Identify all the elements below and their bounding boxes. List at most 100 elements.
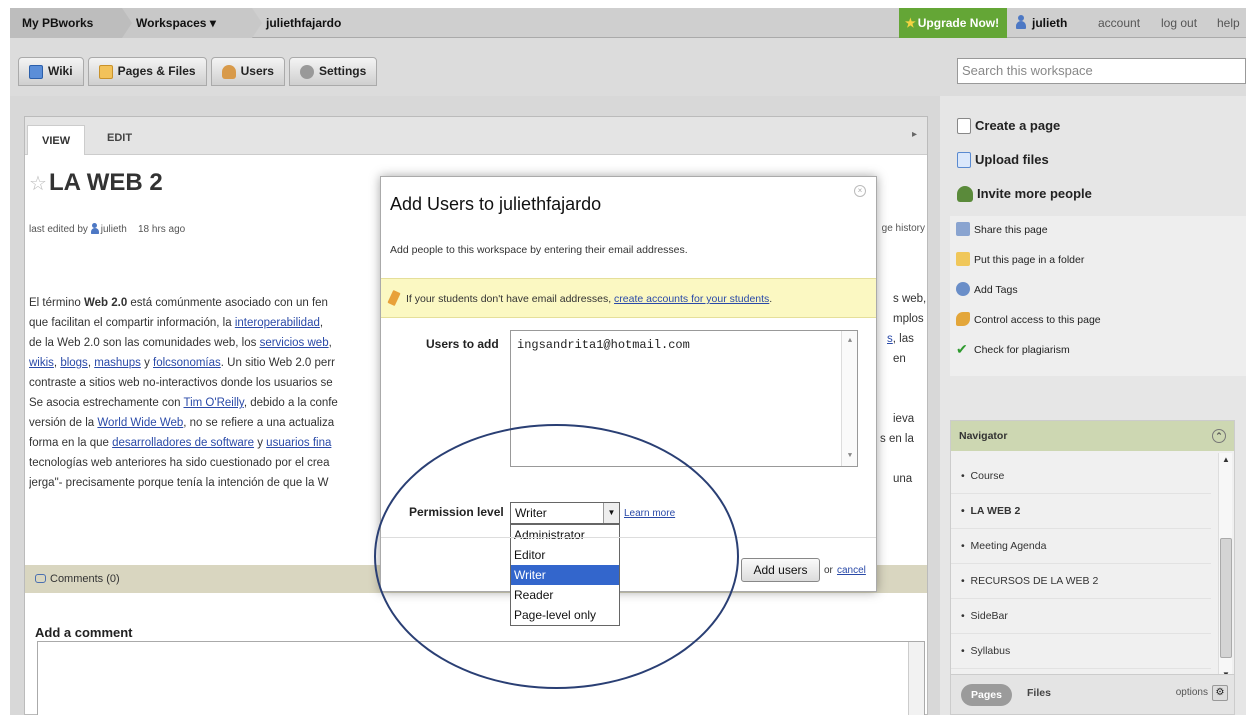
tab-edit[interactable]: EDIT	[93, 123, 146, 153]
upload-files-link[interactable]: Upload files	[957, 150, 1092, 184]
scroll-up-icon[interactable]: ▲	[842, 337, 858, 345]
workspaces-menu[interactable]: Workspaces ▾	[122, 8, 262, 38]
link-usuarios-finales[interactable]: usuarios fina	[266, 437, 331, 449]
tab-view[interactable]: VIEW	[27, 125, 86, 155]
add-users-button[interactable]: Add users	[741, 558, 820, 582]
tab-wiki[interactable]: Wiki	[18, 57, 84, 86]
gear-icon	[299, 64, 314, 79]
body-text-fragment: mplos	[893, 313, 924, 325]
folder-page-link[interactable]: Put this page in a folder	[950, 246, 1246, 276]
star-icon[interactable]: ☆	[29, 173, 47, 195]
options-link[interactable]: options	[1176, 687, 1208, 698]
upload-icon	[957, 152, 971, 168]
scroll-up-icon[interactable]: ▲	[1219, 455, 1233, 464]
nav-item-syllabus[interactable]: • Syllabus	[951, 634, 1211, 669]
navigator-scrollbar[interactable]: ▲ ▼	[1218, 453, 1232, 681]
last-edited-info: last edited by julieth 18 hrs ago	[29, 223, 186, 235]
link-servicios-web[interactable]: servicios web	[260, 337, 329, 349]
sidebar-actions: Create a page Upload files Invite more p…	[957, 116, 1092, 218]
link-wikis[interactable]: wikis	[29, 357, 54, 369]
workspace-tabs: Wiki Pages & Files Users Settings	[18, 57, 378, 86]
comment-textarea[interactable]	[37, 641, 925, 715]
nav-item-sidebar[interactable]: • SideBar	[951, 599, 1211, 634]
nav-item-course[interactable]: • Course	[951, 459, 1211, 494]
students-note: If your students don't have email addres…	[381, 278, 876, 318]
option-editor[interactable]: Editor	[511, 545, 619, 565]
permission-level-label: Permission level	[409, 505, 504, 519]
invite-people-link[interactable]: Invite more people	[957, 184, 1092, 218]
tab-users[interactable]: Users	[210, 57, 285, 86]
link-mashups[interactable]: mashups	[94, 357, 141, 369]
control-access-link[interactable]: Control access to this page	[950, 306, 1246, 336]
tab-pages-files[interactable]: Pages & Files	[87, 57, 207, 86]
logout-link[interactable]: log out	[1161, 8, 1197, 38]
people-icon	[957, 186, 973, 202]
user-link[interactable]: julieth	[1016, 8, 1067, 38]
body-text-fragment: una	[893, 473, 913, 485]
plagiarism-link[interactable]: ✔ Check for plagiarism	[950, 336, 1246, 366]
scroll-down-icon[interactable]: ▼	[842, 452, 858, 460]
pencil-icon	[387, 289, 401, 307]
create-accounts-link[interactable]: create accounts for your students	[614, 293, 769, 305]
navigator-panel: Navigator ⌃ • Course • LA WEB 2 • Meeting…	[950, 420, 1235, 715]
pages-tab[interactable]: Pages	[961, 684, 1012, 706]
account-link[interactable]: account	[1098, 8, 1140, 38]
users-icon	[221, 64, 236, 79]
files-tab[interactable]: Files	[1027, 687, 1051, 699]
last-edited-user[interactable]: julieth	[101, 224, 127, 235]
dialog-description: Add people to this workspace by entering…	[390, 244, 688, 256]
link-desarrolladores[interactable]: desarrolladores de software	[112, 437, 254, 449]
list-item[interactable]	[951, 451, 1211, 459]
body-text-fragment: ieva	[893, 413, 915, 425]
body-text-fragment: s, las	[887, 333, 914, 345]
or-text: or	[824, 565, 833, 576]
workspace-name[interactable]: juliethfajardo	[252, 8, 341, 38]
link-world-wide-web[interactable]: World Wide Web	[97, 417, 183, 429]
body-text-fragment: en	[893, 353, 906, 365]
link-interoperabilidad[interactable]: interoperabilidad	[235, 317, 320, 329]
nav-item-recursos[interactable]: • RECURSOS DE LA WEB 2	[951, 564, 1211, 599]
help-link[interactable]: help	[1217, 8, 1240, 38]
page-title: ☆LA WEB 2	[29, 169, 163, 196]
users-to-add-input[interactable]: ingsandrita1@hotmail.com ▲ ▼	[510, 330, 858, 467]
page-actions-box: Share this page Put this page in a folde…	[950, 216, 1246, 376]
option-writer[interactable]: Writer	[511, 565, 619, 585]
nav-item-meeting-agenda[interactable]: • Meeting Agenda	[951, 529, 1211, 564]
my-pbworks-link[interactable]: My PBworks	[10, 8, 132, 38]
gear-icon[interactable]: ⚙	[1212, 685, 1228, 701]
add-tags-link[interactable]: Add Tags	[950, 276, 1246, 306]
divider	[381, 537, 876, 538]
link-blogs[interactable]: blogs	[60, 357, 88, 369]
folder-icon	[956, 252, 970, 266]
navigator-header: Navigator ⌃	[951, 421, 1234, 451]
tag-icon	[956, 282, 970, 296]
close-icon[interactable]: ×	[854, 185, 866, 197]
create-page-link[interactable]: Create a page	[957, 116, 1092, 150]
link-tim-oreilly[interactable]: Tim O'Reilly	[184, 397, 244, 409]
cancel-link[interactable]: cancel	[837, 565, 866, 576]
tab-settings[interactable]: Settings	[288, 57, 378, 86]
navigator-footer: Pages Files options ⚙	[951, 674, 1234, 714]
nav-item-la-web-2[interactable]: • LA WEB 2	[951, 494, 1211, 529]
navigator-list: • Course • LA WEB 2 • Meeting Agenda • R…	[951, 451, 1211, 673]
scroll-thumb[interactable]	[1220, 538, 1232, 658]
folder-icon	[98, 64, 113, 79]
chevron-right-icon[interactable]: ▸	[912, 129, 917, 140]
page-history-link[interactable]: ge history	[882, 223, 925, 234]
upgrade-button[interactable]: ★ Upgrade Now!	[899, 8, 1007, 38]
option-page-level-only[interactable]: Page-level only	[511, 605, 619, 625]
search-input[interactable]: Search this workspace	[957, 58, 1246, 84]
learn-more-link[interactable]: Learn more	[624, 508, 675, 519]
add-comment-heading: Add a comment	[35, 625, 133, 640]
users-to-add-label: Users to add	[426, 337, 499, 351]
option-reader[interactable]: Reader	[511, 585, 619, 605]
link-folcsonomias[interactable]: folcsonomías	[153, 357, 221, 369]
collapse-icon[interactable]: ⌃	[1212, 429, 1226, 443]
scrollbar[interactable]: ▲ ▼	[841, 331, 857, 466]
option-administrator[interactable]: Administrator	[511, 525, 619, 545]
share-page-link[interactable]: Share this page	[950, 216, 1246, 246]
permission-level-select[interactable]: Writer ▼	[510, 502, 620, 524]
scrollbar[interactable]	[908, 642, 924, 715]
dialog-title: Add Users to juliethfajardo	[390, 194, 602, 214]
chevron-down-icon[interactable]: ▼	[603, 503, 619, 523]
